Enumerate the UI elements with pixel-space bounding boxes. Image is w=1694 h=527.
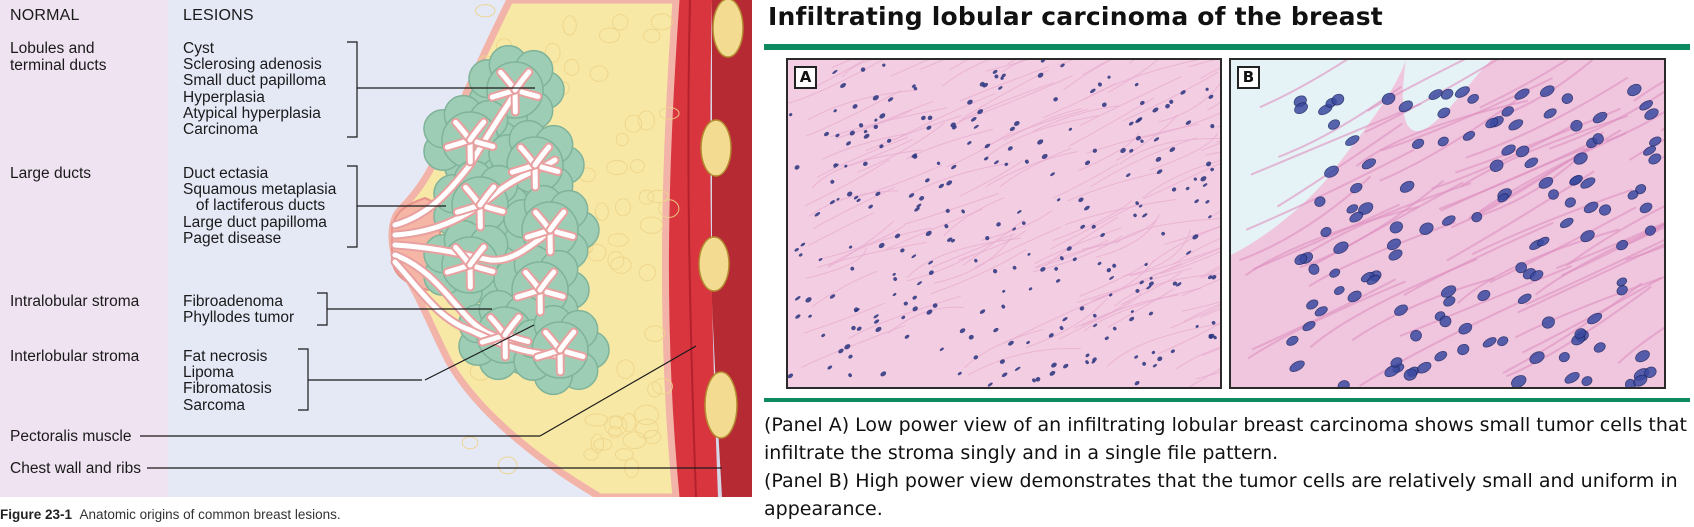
low-power-micrograph [788,60,1220,387]
lesion-item: Hyperplasia [183,88,265,106]
lesion-item: Fibroadenoma [183,293,283,310]
lesion-item: Fat necrosis [183,348,268,365]
lesion-item: Atypical hyperplasia [183,104,321,122]
lesion-item: Paget disease [183,229,282,247]
lesions-column-header: LESIONS [183,7,254,24]
label-chest-wall-ribs: Chest wall and ribs [10,460,141,477]
lesion-item: Sclerosing adenosis [183,56,322,74]
lesion-group-lobules: Cyst Sclerosing adenosis Small duct papi… [183,40,327,139]
panel-b-description: (Panel B) High power view demonstrates t… [764,470,1678,520]
normal-column-header: NORMAL [10,7,80,24]
breast-cross-section-illustration [140,0,752,497]
high-power-micrograph [1231,60,1664,387]
lesion-group-large-ducts: Duct ectasia Squamous metaplasia of lact… [183,165,337,247]
panel-b-tag: B [1237,66,1260,89]
lesion-item: Fibromatosis [183,380,272,398]
histology-panel-a: A [786,58,1222,389]
figure-caption: Figure 23-1 Anatomic origins of common b… [0,507,341,522]
lesion-item: of lactiferous ducts [183,197,326,215]
lesion-item: Squamous metaplasia [183,181,337,199]
panel-a-description: (Panel A) Low power view of an infiltrat… [764,414,1687,464]
lesion-group-interlobular: Fat necrosis Lipoma Fibromatosis Sarcoma [183,348,272,414]
divider-rule [764,398,1690,402]
lesion-item: Carcinoma [183,121,258,139]
label-pectoralis-muscle: Pectoralis muscle [10,428,132,445]
lesion-item: Phyllodes tumor [183,309,295,327]
lesion-item: Large duct papilloma [183,213,327,231]
lesion-item: Lipoma [183,364,234,382]
label-interlobular-stroma: Interlobular stroma [10,348,140,365]
title-rule [764,44,1690,50]
lesion-item: Cyst [183,40,214,57]
lesion-item: Duct ectasia [183,165,269,182]
label-lobules-terminal-ducts: Lobules and terminal ducts [10,40,107,74]
lesion-item: Small duct papilloma [183,72,327,90]
figure-number: Figure 23-1 [0,507,73,522]
lesion-group-intralobular: Fibroadenoma Phyllodes tumor [183,293,295,327]
page-title: Infiltrating lobular carcinoma of the br… [768,2,1383,31]
breast-anatomy-diagram: NORMAL LESIONS Lobules and terminal duct… [0,0,752,497]
label-intralobular-stroma: Intralobular stroma [10,293,140,310]
histology-panel-b: B [1229,58,1666,389]
lesion-item: Sarcoma [183,396,246,414]
figure-caption-text: Anatomic origins of common breast lesion… [79,507,341,522]
label-large-ducts: Large ducts [10,165,91,182]
panel-a-tag: A [794,66,817,89]
